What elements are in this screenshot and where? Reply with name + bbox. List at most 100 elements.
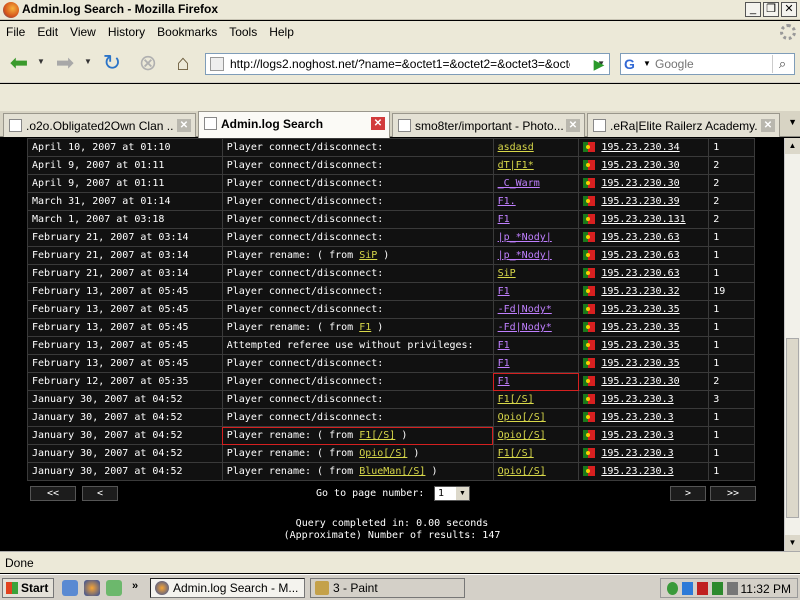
menu-history[interactable]: History [102,21,151,39]
reload-icon[interactable]: ↻ [99,51,125,77]
menu-bookmarks[interactable]: Bookmarks [151,21,223,39]
ip-link[interactable]: 195.23.230.63 [601,250,679,261]
player-link[interactable]: F1[/S] [498,448,534,459]
player-link[interactable]: F1 [498,376,510,387]
app-tray-icon[interactable] [697,582,708,595]
page-number-select[interactable]: 1 ▼ [434,486,470,501]
close-window-button[interactable]: ✕ [781,2,797,17]
forward-arrow-icon[interactable]: ➡ [52,51,78,77]
log-event-from-player[interactable]: F1[/S] [359,430,395,441]
ip-link[interactable]: 195.23.230.30 [601,376,679,387]
player-link[interactable]: F1 [498,286,510,297]
tab-close-icon[interactable]: ✕ [566,119,580,132]
messenger-icon[interactable] [106,580,122,596]
player-link[interactable]: dT|F1* [498,160,534,171]
log-event-from-player[interactable]: SiP [359,250,377,261]
menu-tools[interactable]: Tools [223,21,263,39]
ip-link[interactable]: 195.23.230.39 [601,196,679,207]
log-event-from-player[interactable]: F1 [359,322,371,333]
player-link[interactable]: -Fd|Nody* [498,322,552,333]
ip-link[interactable]: 195.23.230.63 [601,232,679,243]
ip-link[interactable]: 195.23.230.3 [601,412,673,423]
ip-link[interactable]: 195.23.230.30 [601,160,679,171]
start-button[interactable]: Start [2,578,54,598]
scroll-thumb[interactable] [786,338,799,518]
menu-edit[interactable]: Edit [31,21,64,39]
player-link[interactable]: _C_Warm [498,178,540,189]
player-link[interactable]: Opio[/S] [498,430,546,441]
tab-close-icon[interactable]: ✕ [177,119,191,132]
google-engine-icon[interactable]: G [624,56,635,72]
ip-link[interactable]: 195.23.230.35 [601,340,679,351]
tab-era-elite-railerz[interactable]: .eRa|Elite Railerz Academy... ✕ [587,113,780,137]
taskbar-paint-button[interactable]: 3 - Paint [310,578,465,598]
ip-link[interactable]: 195.23.230.3 [601,448,673,459]
player-link[interactable]: -Fd|Nody* [498,304,552,315]
menu-view[interactable]: View [64,21,102,39]
first-page-button[interactable]: << [30,486,76,501]
tab-admin-log-search[interactable]: Admin.log Search ✕ [198,111,390,138]
menu-file[interactable]: File [0,21,31,39]
player-link[interactable]: asdasd [498,142,534,153]
stop-icon[interactable]: ⊗ [135,51,161,77]
user-tray-icon[interactable] [682,582,693,595]
log-event-from-player[interactable]: BlueMan[/S] [359,466,425,477]
tab-close-icon[interactable]: ✕ [371,117,385,130]
log-event-from-player[interactable]: Opio[/S] [359,448,407,459]
tab-o2o-clan[interactable]: .o2o.Obligated2Own Clan ... ✕ [3,113,196,137]
scroll-up-icon[interactable]: ▲ [785,138,800,154]
vertical-scrollbar[interactable]: ▲ ▼ [784,138,800,551]
next-page-button[interactable]: > [670,486,706,501]
maximize-button[interactable]: ❐ [763,2,779,17]
player-link[interactable]: F1 [498,358,510,369]
go-arrow-icon[interactable]: ▶ [590,55,608,73]
network-tray-icon[interactable] [712,582,723,595]
ip-link[interactable]: 195.23.230.63 [601,268,679,279]
log-event: Player connect/disconnect: [221,210,494,229]
forward-dropdown-icon[interactable]: ▼ [84,57,92,66]
volume-tray-icon[interactable] [727,582,738,595]
player-link[interactable]: F1 [498,340,510,351]
back-dropdown-icon[interactable]: ▼ [37,57,45,66]
player-link[interactable]: SiP [498,268,516,279]
quicklaunch-chevron-icon[interactable]: » [132,580,138,592]
ip-link[interactable]: 195.23.230.35 [601,304,679,315]
minimize-button[interactable]: _ [745,2,761,17]
ip-link[interactable]: 195.23.230.35 [601,358,679,369]
scroll-down-icon[interactable]: ▼ [785,535,800,551]
search-bar[interactable]: G ▼ ⌕ [620,53,795,75]
chevron-down-icon[interactable]: ▼ [456,487,469,500]
firefox-quicklaunch-icon[interactable] [84,580,100,596]
tab-close-icon[interactable]: ✕ [761,119,775,132]
home-icon[interactable]: ⌂ [170,51,196,77]
url-text[interactable]: http://logs2.noghost.net/?name=&octet1=&… [230,57,570,71]
search-icon[interactable]: ⌕ [772,55,792,73]
player-link[interactable]: Opio[/S] [498,466,546,477]
player-link[interactable]: F1[/S] [498,394,534,405]
tab-photobucket[interactable]: smo8ter/important - Photo... ✕ [392,113,585,137]
last-page-button[interactable]: >> [710,486,756,501]
taskbar-firefox-button[interactable]: Admin.log Search - M... [150,578,305,598]
player-link[interactable]: |p_*Nody| [498,250,552,261]
ip-link[interactable]: 195.23.230.34 [601,142,679,153]
desktop-icon[interactable] [62,580,78,596]
engine-dropdown-icon[interactable]: ▼ [643,59,651,68]
ip-link[interactable]: 195.23.230.131 [601,214,685,225]
ip-link[interactable]: 195.23.230.3 [601,466,673,477]
player-link[interactable]: F1 [498,214,510,225]
url-bar[interactable]: http://logs2.noghost.net/?name=&octet1=&… [205,53,610,75]
ip-link[interactable]: 195.23.230.32 [601,286,679,297]
back-arrow-icon[interactable]: ⬅ [6,51,32,77]
ip-link[interactable]: 195.23.230.30 [601,178,679,189]
menu-help[interactable]: Help [263,21,300,39]
tab-list-dropdown-icon[interactable]: ▼ [788,117,797,127]
ip-link[interactable]: 195.23.230.3 [601,394,673,405]
messenger-tray-icon[interactable] [667,582,678,595]
player-link[interactable]: F1. [498,196,516,207]
ip-link[interactable]: 195.23.230.35 [601,322,679,333]
player-link[interactable]: |p_*Nody| [498,232,552,243]
player-link[interactable]: Opio[/S] [498,412,546,423]
ip-link[interactable]: 195.23.230.3 [601,430,673,441]
search-input[interactable] [653,56,765,72]
prev-page-button[interactable]: < [82,486,118,501]
